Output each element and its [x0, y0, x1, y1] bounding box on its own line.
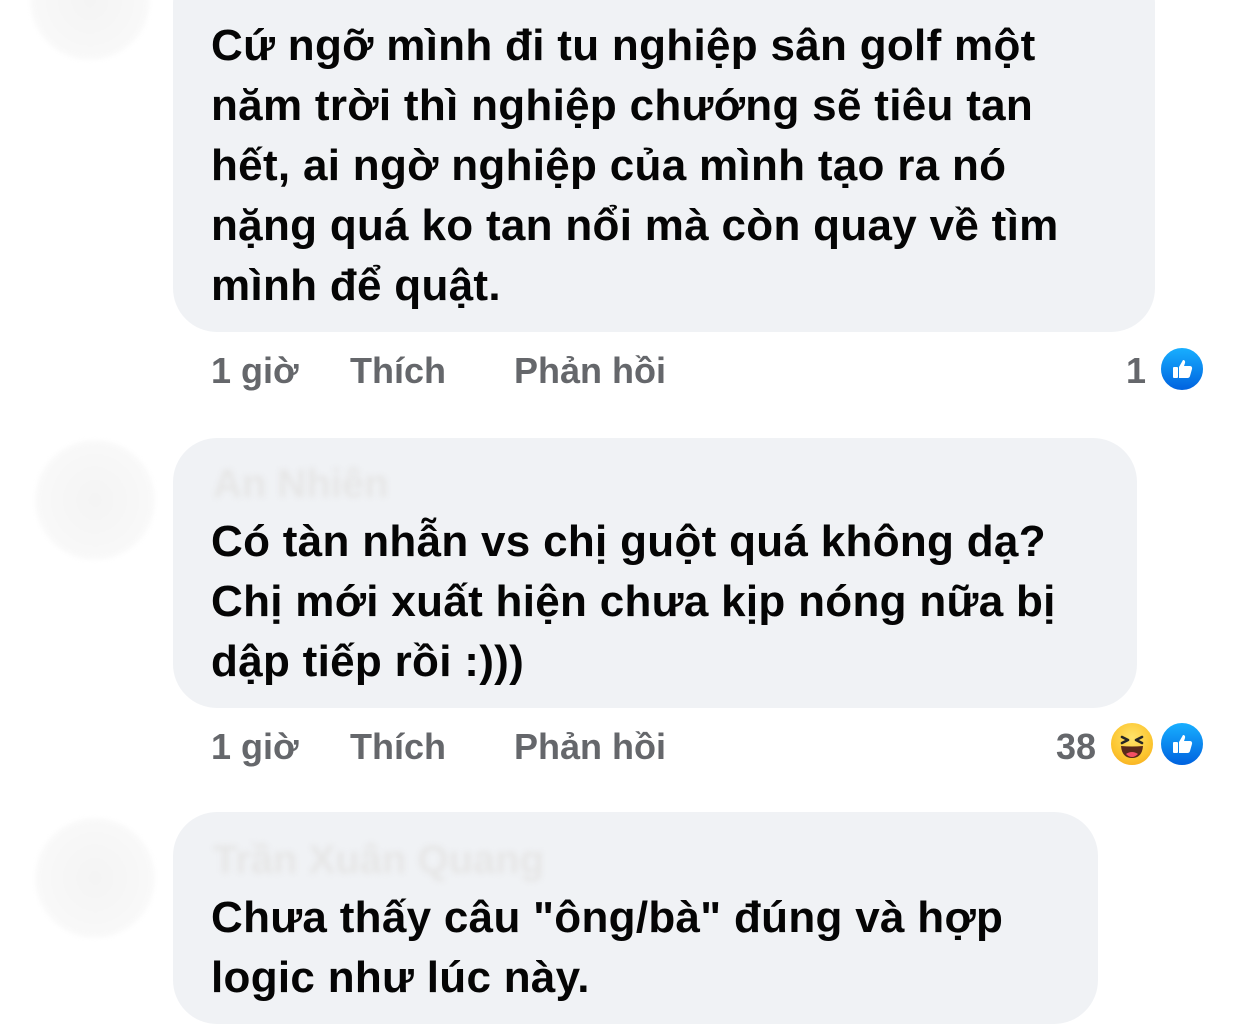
avatar[interactable]	[35, 440, 155, 560]
avatar[interactable]	[30, 0, 150, 60]
reaction-count[interactable]: 1	[1126, 350, 1146, 392]
comment-timestamp[interactable]: 1 giờ	[211, 726, 299, 768]
reply-link[interactable]: Phản hồi	[514, 350, 666, 392]
comment-text-line: Cứ ngỡ mình đi tu nghiệp sân golf một	[211, 21, 1036, 70]
comment-text-line: Có tàn nhẫn vs chị guột quá không dạ?	[211, 517, 1046, 566]
comment-author[interactable]: An Nhiên	[213, 462, 389, 507]
comment-text-line: mình để quật.	[211, 261, 501, 310]
comment-text-line: logic như lúc này.	[211, 953, 590, 1002]
comment-text-line: năm trời thì nghiệp chướng sẽ tiêu tan	[211, 81, 1034, 130]
comment-author[interactable]: Trần Xuân Quang	[213, 838, 544, 883]
like-link[interactable]: Thích	[350, 350, 446, 392]
avatar[interactable]	[35, 818, 155, 938]
haha-icon[interactable]	[1108, 720, 1156, 768]
like-icon[interactable]	[1158, 720, 1206, 768]
comment-bubble: An Nhiên Có tàn nhẫn vs chị guột quá khô…	[173, 438, 1137, 708]
comment-bubble: Trần Xuân Quang Chưa thấy câu "ông/bà" đ…	[173, 812, 1098, 1024]
comment-text-line: nặng quá ko tan nổi mà còn quay về tìm	[211, 201, 1059, 250]
comment-text-line: dập tiếp rồi :)))	[211, 637, 525, 686]
comment-text-line: Chưa thấy câu "ông/bà" đúng và hợp	[211, 893, 1004, 942]
reaction-count[interactable]: 38	[1056, 726, 1096, 768]
like-icon[interactable]	[1158, 345, 1206, 393]
comment-bubble: Cứ ngỡ mình đi tu nghiệp sân golf một nă…	[173, 0, 1155, 332]
comment-text-line: hết, ai ngờ nghiệp của mình tạo ra nó	[211, 141, 1007, 190]
comment-timestamp[interactable]: 1 giờ	[211, 350, 299, 392]
reply-link[interactable]: Phản hồi	[514, 726, 666, 768]
comment-text-line: Chị mới xuất hiện chưa kịp nóng nữa bị	[211, 577, 1056, 626]
like-link[interactable]: Thích	[350, 726, 446, 768]
